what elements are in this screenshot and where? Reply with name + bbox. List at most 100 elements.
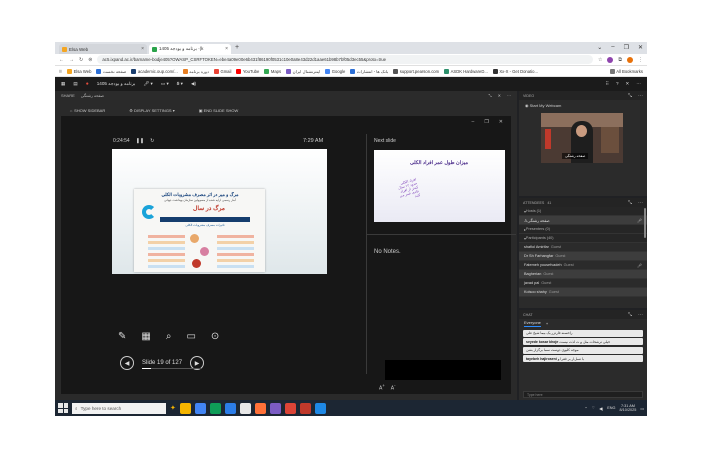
close-icon[interactable]: ✕ <box>626 81 630 87</box>
chevron-up-icon[interactable]: ⌃ <box>584 406 587 411</box>
attendee-row[interactable]: javad pal Guest <box>519 279 647 288</box>
bookmark-item[interactable]: بانک ها - انتشارات <box>350 68 388 74</box>
language-indicator[interactable]: ENG <box>607 406 615 410</box>
camera-icon[interactable]: ▭ ▾ <box>161 81 169 87</box>
more-options-icon[interactable]: ⊙ <box>211 331 219 342</box>
edge-icon[interactable] <box>224 402 236 414</box>
site-info-icon[interactable]: ⊜ <box>88 57 92 63</box>
pause-icon[interactable]: ❚❚ <box>136 138 144 144</box>
bookmark-item[interactable]: Xx-X - Get Donatio... <box>492 68 538 74</box>
menu-icon[interactable]: ⋮ <box>638 57 643 63</box>
bookmark-item[interactable]: ASDK HardwareD... <box>444 68 488 74</box>
bookmark-item[interactable]: Elsa Web <box>67 68 91 74</box>
bookmark-item[interactable]: YouTube <box>236 68 259 74</box>
tab-elsa[interactable]: Elsa Web × <box>59 44 147 54</box>
tab-meeting[interactable]: برنامه و بودجه 1405 ·(k × <box>149 44 231 54</box>
attendee-section[interactable]: ▾ Hosts (1) <box>519 207 647 216</box>
app-icon[interactable] <box>269 402 281 414</box>
chevron-down-icon[interactable]: ⌄ <box>597 44 602 51</box>
zoom-icon[interactable]: ⌕ <box>166 331 172 342</box>
bookmark-item[interactable]: Maps <box>264 68 281 74</box>
slide-sorter-icon[interactable]: ▦ <box>141 331 150 342</box>
network-icon[interactable]: ⌔ <box>592 406 596 411</box>
attendee-section[interactable]: ▾ Participants (40) <box>519 234 647 243</box>
resize-icon[interactable]: ⤡ <box>628 312 632 318</box>
hand-icon[interactable]: ✋︎ ▾ <box>177 81 183 87</box>
extensions-icon[interactable]: ⧉ <box>618 57 622 63</box>
bookmark-item[interactable]: دوره برنامه <box>182 68 209 74</box>
more-icon[interactable]: ⋯ <box>507 93 511 98</box>
close-icon[interactable]: × <box>141 46 144 52</box>
app-icon[interactable] <box>239 402 251 414</box>
attendee-section[interactable]: ▸ Presenters (0) <box>519 225 647 234</box>
minimize-button[interactable]: – <box>611 44 614 51</box>
restart-icon[interactable]: ↻ <box>150 138 154 144</box>
extension-icon[interactable] <box>607 56 614 63</box>
resize-icon[interactable]: ⤡ <box>628 93 632 99</box>
attendee-row[interactable]: shafiol Amirifar Guest <box>519 243 647 252</box>
attendee-row[interactable]: Dr Sh Farhangfar Guest <box>519 252 647 261</box>
layout-icon[interactable]: ▦ <box>61 81 65 87</box>
app-icon[interactable] <box>299 402 311 414</box>
pen-icon[interactable]: ✎ <box>118 331 126 342</box>
volume-icon[interactable]: ◀) <box>599 406 603 411</box>
attendee-row[interactable]: Kolsoo shahy Guest <box>519 288 647 297</box>
reload-icon[interactable]: ↻ <box>79 57 83 63</box>
attendee-row[interactable]: ♙ صفحه رشتگی 🎤︎ <box>519 216 647 225</box>
new-tab-button[interactable]: + <box>235 44 239 51</box>
grid-icon[interactable]: ⠿ <box>606 81 609 87</box>
previous-slide-button[interactable]: ◀ <box>120 356 134 370</box>
help-icon[interactable]: ? <box>616 81 619 87</box>
maximize-button[interactable]: ❐ <box>624 44 629 51</box>
more-icon[interactable]: ⋯ <box>638 93 643 99</box>
close-icon[interactable]: ✕ <box>498 93 501 98</box>
file-explorer-icon[interactable] <box>179 402 191 414</box>
mic-icon[interactable]: 🎤︎ ▾ <box>143 81 152 87</box>
close-button[interactable]: ✕ <box>499 119 503 125</box>
bookmark-item[interactable]: support.pearson.com <box>393 68 439 74</box>
bookmark-item[interactable]: صفحه نخست <box>96 68 126 74</box>
speaker-icon[interactable]: ◀) <box>191 81 196 87</box>
app-icon[interactable] <box>284 402 296 414</box>
back-icon[interactable]: ← <box>59 57 64 63</box>
more-icon[interactable]: ⋯ <box>638 200 643 206</box>
star-icon[interactable]: ☆ <box>598 57 602 63</box>
firefox-icon[interactable] <box>254 402 266 414</box>
bookmark-item[interactable]: Google <box>325 68 345 74</box>
minimize-button[interactable]: – <box>472 119 475 125</box>
clock-tray[interactable]: 7:31 AM 8/10/2025 <box>620 404 637 413</box>
bookmark-item[interactable]: academic.oup.com/... <box>131 68 178 74</box>
app-icon[interactable] <box>314 402 326 414</box>
more-icon[interactable]: ⋯ <box>638 312 643 318</box>
end-slide-show-button[interactable]: ▣ END SLIDE SHOW <box>199 108 239 113</box>
chrome-icon[interactable] <box>194 402 206 414</box>
resize-icon[interactable]: ⤡ <box>628 200 632 206</box>
font-decrease-button[interactable]: A- <box>391 383 396 392</box>
apps-grid-icon[interactable]: ⠿ <box>59 69 62 74</box>
chat-input[interactable]: Type here <box>523 391 643 398</box>
bookmark-item[interactable]: Gmail <box>213 68 231 74</box>
url-field[interactable]: ac5.ixpand.ac.ir/barname-bodje405?OWASP_… <box>97 55 593 64</box>
bookmark-item[interactable]: اینترنشنال ایران <box>286 68 320 74</box>
maximize-button[interactable]: ❐ <box>484 119 488 125</box>
windows-start-icon[interactable] <box>58 403 68 413</box>
resize-icon[interactable]: ⤡ <box>488 93 491 98</box>
next-slide-preview[interactable]: میزان طول عمر افراد الکلی افراد الکلی حد… <box>374 150 505 222</box>
close-icon[interactable]: × <box>225 46 228 52</box>
display-settings-button[interactable]: ⚙︎ DISPLAY SETTINGS ▾ <box>129 108 174 113</box>
show-sidebar-button[interactable]: ⇔ SHOW SIDEBAR <box>69 108 105 113</box>
screen-icon[interactable]: ▭ <box>186 331 195 342</box>
notification-icon[interactable]: ▭ <box>640 406 644 411</box>
add-tab-icon[interactable]: + <box>546 321 548 326</box>
more-icon[interactable]: ⋯ <box>636 81 641 87</box>
close-window-button[interactable]: ✕ <box>638 44 643 51</box>
scrollbar[interactable] <box>644 208 646 238</box>
app-icon[interactable] <box>209 402 221 414</box>
widget-icon[interactable]: ✦ <box>170 404 176 412</box>
start-webcam-button[interactable]: ◉ Start My Webcam <box>519 100 647 111</box>
attendee-row[interactable]: Fatemeh yousefvadeh Guest 🎤︎ <box>519 261 647 270</box>
font-increase-button[interactable]: A+ <box>379 383 385 392</box>
profile-avatar[interactable] <box>627 56 633 63</box>
all-bookmarks[interactable]: All Bookmarks <box>609 68 643 74</box>
attendee-row[interactable]: Bagherian Guest <box>519 270 647 279</box>
